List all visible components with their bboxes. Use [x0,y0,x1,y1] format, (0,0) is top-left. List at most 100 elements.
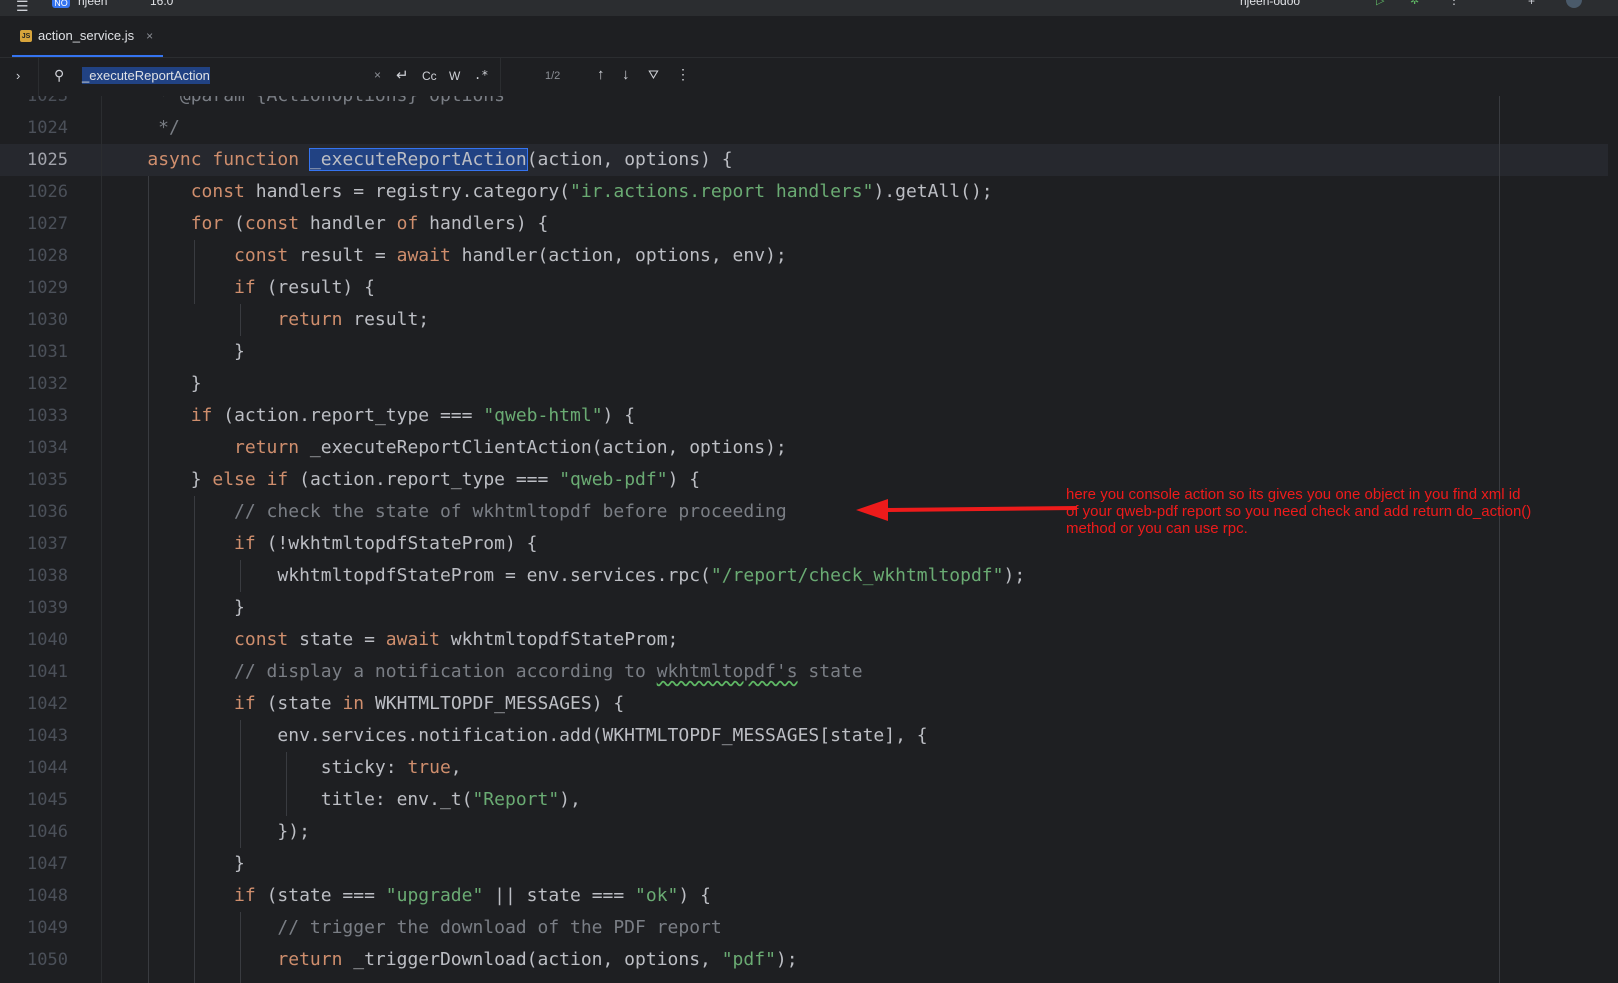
code-line[interactable]: 1045 title: env._t("Report"), [0,784,1500,816]
line-number[interactable]: 1043 [0,720,68,752]
line-text: } else if (action.report_type === "qweb-… [104,469,701,490]
project-name[interactable]: hjeeh [78,0,107,8]
annotation-arrow [856,499,1077,521]
code-editor[interactable]: 1023 * @param {ActionOptions} options 10… [0,96,1618,983]
code-line[interactable]: 1025 async function _executeReportAction… [0,144,1500,176]
javascript-file-icon: JS [20,29,32,42]
code-line[interactable]: 1033 if (action.report_type === "qweb-ht… [0,400,1500,432]
code-line[interactable]: 1026 const handlers = registry.category(… [0,176,1500,208]
hamburger-menu-icon[interactable]: ☰ [16,0,29,15]
line-text: } [104,853,245,874]
code-line[interactable]: 1029 if (result) { [0,272,1500,304]
divider [38,58,39,96]
previous-occurrence-icon[interactable]: ↑ [597,66,605,83]
run-configuration[interactable]: hjeeh-odoo [1240,0,1300,8]
clear-search-icon[interactable]: × [374,68,381,82]
code-line[interactable]: 1023 * @param {ActionOptions} options [0,96,1500,112]
line-number[interactable]: 1033 [0,400,68,432]
line-text: const state = await wkhtmltopdfStateProm… [234,629,679,650]
line-number[interactable]: 1049 [0,912,68,944]
code-line[interactable]: 1046 }); [0,816,1500,848]
line-text: } [104,373,202,394]
line-number[interactable]: 1039 [0,592,68,624]
line-number[interactable]: 1027 [0,208,68,240]
title-bar: ☰ NO hjeeh 16.0 hjeeh-odoo ▷ ✲ ⋮ + [0,0,1618,16]
close-icon[interactable]: × [146,29,153,43]
code-line[interactable]: 1038 wkhtmltopdfStateProm = env.services… [0,560,1500,592]
code-line[interactable]: 1032 } [0,368,1500,400]
project-badge[interactable]: NO [52,0,70,8]
regex-toggle[interactable]: .* [474,68,488,82]
code-line[interactable]: 1041 // display a notification according… [0,656,1500,688]
search-input[interactable]: _executeReportAction [82,67,210,84]
vertical-scrollbar[interactable] [1608,96,1618,983]
add-user-icon[interactable]: + [1528,0,1535,8]
whole-words-toggle[interactable]: W [449,69,460,83]
line-text: for (const handler of handlers) { [190,213,549,234]
line-number[interactable]: 1048 [0,880,68,912]
line-number[interactable]: 1046 [0,816,68,848]
new-line-icon[interactable]: ↵ [396,66,409,84]
line-text: * @param {ActionOptions} options [104,96,505,112]
code-line[interactable]: 1027 for (const handler of handlers) { [0,208,1500,240]
line-text: wkhtmltopdfStateProm = env.services.rpc(… [104,565,1026,586]
line-text: return _triggerDownload(action, options,… [277,949,798,970]
line-text: if (action.report_type === "qweb-html") … [190,405,636,426]
line-number[interactable]: 1028 [0,240,68,272]
code-line[interactable]: 1042 if (state in WKHTMLTOPDF_MESSAGES) … [0,688,1500,720]
tab-action-service-js[interactable]: JS action_service.js × [12,16,164,57]
code-line[interactable]: 1030 return result; [0,304,1500,336]
code-line[interactable]: 1034 return _executeReportClientAction(a… [0,432,1500,464]
line-number[interactable]: 1023 [0,96,68,112]
code-line[interactable]: 1039 } [0,592,1500,624]
debug-icon[interactable]: ✲ [1410,0,1419,7]
line-number[interactable]: 1041 [0,656,68,688]
line-number[interactable]: 1035 [0,464,68,496]
line-number[interactable]: 1031 [0,336,68,368]
line-text: // check the state of wkhtmltopdf before… [104,501,787,522]
vcs-branch[interactable]: 16.0 [150,0,173,8]
search-history-icon[interactable]: ⚲ [54,67,64,84]
line-text: if (state === "upgrade" || state === "ok… [234,885,711,906]
more-options-icon[interactable]: ⋮ [676,66,690,83]
line-number[interactable]: 1024 [0,112,68,144]
code-line[interactable]: 1040 const state = await wkhtmltopdfStat… [0,624,1500,656]
line-number[interactable]: 1036 [0,496,68,528]
line-number[interactable]: 1032 [0,368,68,400]
line-number[interactable]: 1042 [0,688,68,720]
line-number[interactable]: 1050 [0,944,68,976]
line-text: sticky: true, [104,757,462,778]
line-number[interactable]: 1045 [0,784,68,816]
more-actions-icon[interactable]: ⋮ [1448,0,1460,7]
run-icon[interactable]: ▷ [1376,0,1384,7]
line-text: } [104,341,245,362]
line-number[interactable]: 1047 [0,848,68,880]
line-number[interactable]: 1044 [0,752,68,784]
next-occurrence-icon[interactable]: ↓ [622,66,630,83]
line-number[interactable]: 1026 [0,176,68,208]
code-line[interactable]: 1028 const result = await handler(action… [0,240,1500,272]
line-number[interactable]: 1030 [0,304,68,336]
line-number[interactable]: 1038 [0,560,68,592]
line-text: // trigger the download of the PDF repor… [104,917,722,938]
line-text: if (!wkhtmltopdfStateProm) { [234,533,538,554]
line-text: const handlers = registry.category("ir.a… [190,181,993,202]
line-number[interactable]: 1037 [0,528,68,560]
code-line[interactable]: 1044 sticky: true, [0,752,1500,784]
filter-icon[interactable]: ⛛ [648,67,659,83]
avatar[interactable] [1566,0,1582,8]
line-number[interactable]: 1025 [0,144,68,176]
line-number[interactable]: 1029 [0,272,68,304]
line-text: title: env._t("Report"), [104,789,581,810]
line-number[interactable]: 1040 [0,624,68,656]
line-number[interactable]: 1034 [0,432,68,464]
code-line[interactable]: 1024 */ [0,112,1500,144]
code-line[interactable]: 1049 // trigger the download of the PDF … [0,912,1500,944]
match-case-toggle[interactable]: Cc [422,69,437,83]
expand-replace-icon[interactable]: › [16,68,20,83]
code-line[interactable]: 1050 return _triggerDownload(action, opt… [0,944,1500,976]
code-line[interactable]: 1047 } [0,848,1500,880]
code-line[interactable]: 1048 if (state === "upgrade" || state ==… [0,880,1500,912]
code-line[interactable]: 1043 env.services.notification.add(WKHTM… [0,720,1500,752]
code-line[interactable]: 1031 } [0,336,1500,368]
